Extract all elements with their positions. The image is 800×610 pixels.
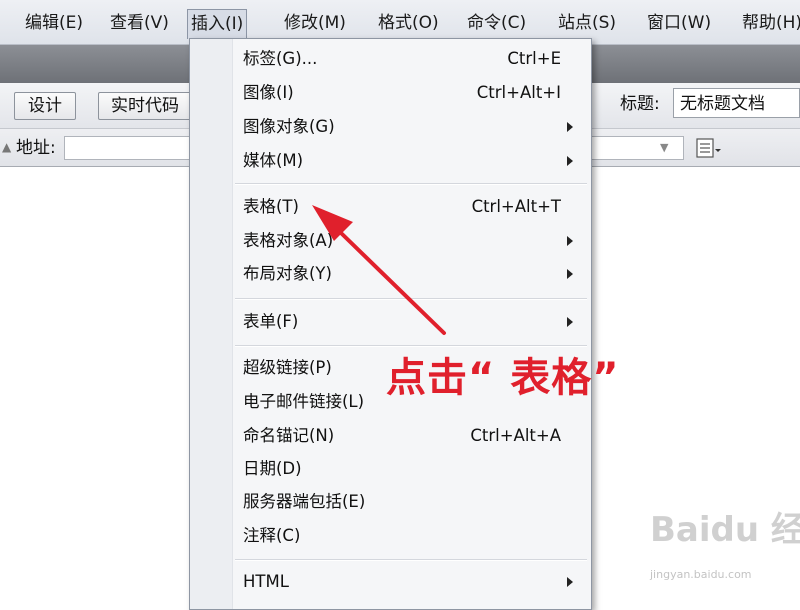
title-input[interactable]: 无标题文档 bbox=[673, 88, 800, 118]
menu-format[interactable]: 格式(O) bbox=[375, 10, 442, 36]
annotation-text: 点击“ 表格” bbox=[386, 355, 620, 401]
submenu-arrow-icon bbox=[567, 269, 573, 279]
menu-item-tag[interactable]: 标签(G)... bbox=[243, 46, 317, 72]
menu-item-image[interactable]: 图像(I) bbox=[243, 80, 294, 106]
insert-menu-dropdown: 标签(G)... Ctrl+E 图像(I) Ctrl+Alt+I 图像对象(G)… bbox=[189, 38, 592, 610]
submenu-arrow-icon bbox=[567, 156, 573, 166]
file-list-icon[interactable] bbox=[694, 136, 722, 160]
menu-insert[interactable]: 插入(I) bbox=[187, 9, 248, 39]
menu-item-form[interactable]: 表单(F) bbox=[243, 309, 298, 335]
shortcut-table: Ctrl+Alt+T bbox=[471, 197, 561, 216]
menu-item-media[interactable]: 媒体(M) bbox=[243, 148, 303, 174]
submenu-arrow-icon bbox=[567, 236, 573, 246]
submenu-arrow-icon bbox=[567, 577, 573, 587]
submenu-arrow-icon bbox=[567, 122, 573, 132]
shortcut-tag: Ctrl+E bbox=[507, 49, 561, 68]
chevron-down-icon[interactable]: ▼ bbox=[660, 141, 668, 154]
menu-separator bbox=[235, 298, 587, 300]
menu-separator bbox=[235, 183, 587, 185]
menu-item-server-side-include[interactable]: 服务器端包括(E) bbox=[243, 489, 365, 515]
shortcut-named-anchor: Ctrl+Alt+A bbox=[470, 426, 561, 445]
menu-item-email-link[interactable]: 电子邮件链接(L) bbox=[243, 389, 364, 415]
menu-separator bbox=[235, 559, 587, 561]
menu-item-hyperlink[interactable]: 超级链接(P) bbox=[243, 355, 332, 381]
title-label: 标题: bbox=[620, 94, 660, 114]
menu-view[interactable]: 查看(V) bbox=[107, 10, 172, 36]
menu-item-layout-objects[interactable]: 布局对象(Y) bbox=[243, 261, 332, 287]
baidu-watermark-logo: Baidu 经验 bbox=[650, 510, 800, 550]
menu-help[interactable]: 帮助(H) bbox=[739, 10, 800, 36]
menu-commands[interactable]: 命令(C) bbox=[464, 10, 529, 36]
submenu-arrow-icon bbox=[567, 317, 573, 327]
menu-item-table-objects[interactable]: 表格对象(A) bbox=[243, 228, 333, 254]
menu-site[interactable]: 站点(S) bbox=[555, 10, 619, 36]
menu-edit[interactable]: 编辑(E) bbox=[22, 10, 86, 36]
menu-icon-gutter bbox=[190, 39, 233, 609]
address-icon: ▲ bbox=[2, 140, 12, 154]
address-label: 地址: bbox=[16, 138, 56, 158]
menu-item-html[interactable]: HTML bbox=[243, 569, 289, 595]
watermark-url: jingyan.baidu.com bbox=[650, 568, 752, 581]
menu-item-named-anchor[interactable]: 命名锚记(N) bbox=[243, 423, 334, 449]
design-button[interactable]: 设计 bbox=[14, 92, 76, 120]
menu-item-image-objects[interactable]: 图像对象(G) bbox=[243, 114, 335, 140]
shortcut-image: Ctrl+Alt+I bbox=[476, 83, 561, 102]
menu-item-table[interactable]: 表格(T) bbox=[243, 194, 299, 220]
menu-item-date[interactable]: 日期(D) bbox=[243, 456, 302, 482]
menu-modify[interactable]: 修改(M) bbox=[281, 10, 349, 36]
live-code-button[interactable]: 实时代码 bbox=[98, 92, 192, 120]
menu-window[interactable]: 窗口(W) bbox=[644, 10, 714, 36]
menu-item-comment[interactable]: 注释(C) bbox=[243, 523, 300, 549]
